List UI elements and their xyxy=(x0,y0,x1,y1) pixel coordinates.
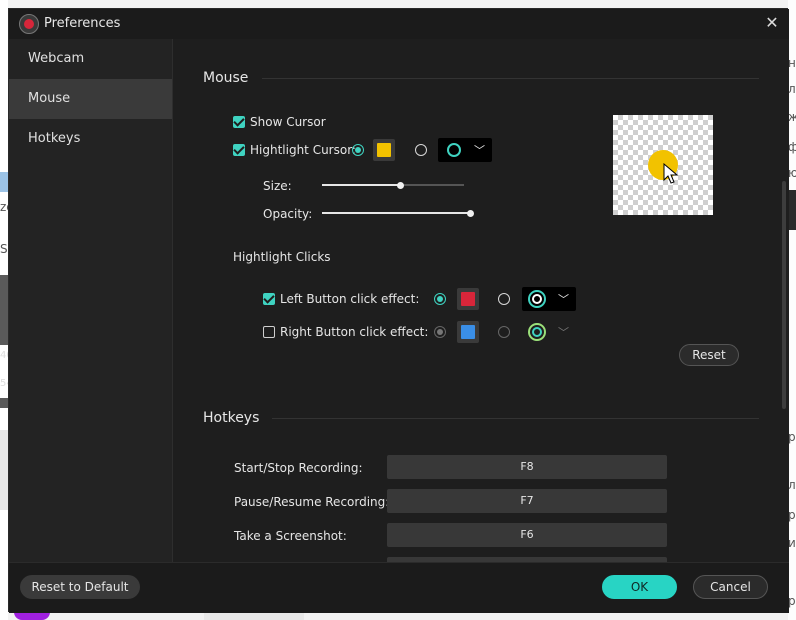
bg-snippet: ля xyxy=(788,82,796,96)
highlight-fill-radio[interactable] xyxy=(352,144,364,156)
bg-snippet: ж xyxy=(788,110,796,124)
record-app-icon xyxy=(19,14,39,34)
bg-snippet: но xyxy=(788,56,796,70)
mouse-section-title: Mouse xyxy=(203,70,249,86)
hotkey-label-start-stop: Start/Stop Recording: xyxy=(234,461,363,475)
hotkey-label-screenshot: Take a Screenshot: xyxy=(234,529,347,543)
right-click-label: Right Button click effect: xyxy=(280,325,429,339)
window-title: Preferences xyxy=(44,16,121,31)
bg-snippet: и xyxy=(788,536,796,550)
ok-button[interactable]: OK xyxy=(602,575,677,599)
section-divider xyxy=(262,78,759,79)
bg-snippet: р xyxy=(788,430,796,444)
hotkey-field-start-stop[interactable]: F8 xyxy=(387,455,667,479)
right-click-effect-dropdown[interactable]: ﹀ xyxy=(522,320,576,344)
hotkeys-section-title: Hotkeys xyxy=(203,410,260,426)
highlight-ring-dropdown[interactable]: ﹀ xyxy=(438,138,492,162)
ring-effect-icon xyxy=(447,143,461,157)
show-cursor-checkbox[interactable] xyxy=(233,116,245,128)
highlight-cursor-checkbox[interactable] xyxy=(233,144,245,156)
hotkey-label-pause-resume: Pause/Resume Recording: xyxy=(234,495,390,509)
left-click-ring-radio[interactable] xyxy=(498,293,510,305)
reset-to-default-button[interactable]: Reset to Default xyxy=(20,575,140,599)
mouse-reset-button[interactable]: Reset xyxy=(679,344,739,366)
opacity-slider-thumb[interactable] xyxy=(467,210,474,217)
chevron-down-icon: ﹀ xyxy=(558,293,569,306)
left-click-checkbox[interactable] xyxy=(263,293,275,305)
size-slider-fill xyxy=(322,184,400,186)
bg-snippet: S xyxy=(0,242,8,256)
right-click-ring-radio[interactable] xyxy=(498,326,510,338)
cursor-arrow-icon xyxy=(663,163,679,184)
bg-snippet: р xyxy=(788,508,796,522)
ripple-effect-icon xyxy=(528,323,546,341)
highlight-color-picker[interactable] xyxy=(373,139,395,161)
opacity-slider-fill xyxy=(322,212,470,214)
cancel-button[interactable]: Cancel xyxy=(693,575,768,599)
size-label: Size: xyxy=(263,179,292,193)
highlight-ring-radio[interactable] xyxy=(415,144,427,156)
left-click-color-picker[interactable] xyxy=(457,288,479,310)
hotkey-field-pause-resume[interactable]: F7 xyxy=(387,489,667,513)
bg-snippet: ф xyxy=(788,140,796,154)
bg-snippet: ля xyxy=(788,478,796,492)
hotkey-field-screenshot[interactable]: F6 xyxy=(387,523,667,547)
chevron-down-icon: ﹀ xyxy=(558,326,569,339)
content-scrollbar[interactable] xyxy=(782,181,786,409)
highlight-cursor-label: Hightlight Cursor: xyxy=(250,143,356,157)
chevron-down-icon: ﹀ xyxy=(474,144,485,157)
ripple-effect-icon xyxy=(528,290,546,308)
size-slider-thumb[interactable] xyxy=(397,182,404,189)
highlight-clicks-title: Hightlight Clicks xyxy=(233,250,331,264)
opacity-label: Opacity: xyxy=(263,207,313,221)
sidebar-item-mouse[interactable]: Mouse xyxy=(9,79,172,119)
title-bar: Preferences ✕ xyxy=(9,9,789,39)
left-click-effect-dropdown[interactable]: ﹀ xyxy=(522,287,576,311)
bg-snippet: ю xyxy=(788,166,796,180)
section-divider xyxy=(272,418,759,419)
preferences-dialog: Preferences ✕ Webcam Mouse Hotkeys Mouse… xyxy=(8,8,789,613)
close-icon[interactable]: ✕ xyxy=(763,14,781,32)
right-click-color-picker[interactable] xyxy=(457,321,479,343)
left-click-fill-radio[interactable] xyxy=(434,293,446,305)
bg-snippet: р xyxy=(788,594,796,608)
show-cursor-label: Show Cursor xyxy=(250,115,326,129)
cursor-preview xyxy=(613,115,713,215)
left-click-label: Left Button click effect: xyxy=(280,292,420,306)
sidebar-item-webcam[interactable]: Webcam xyxy=(9,39,172,79)
right-click-fill-radio[interactable] xyxy=(434,326,446,338)
dialog-footer: Reset to Default OK Cancel xyxy=(9,562,789,613)
right-click-checkbox[interactable] xyxy=(263,326,275,338)
sidebar-item-hotkeys[interactable]: Hotkeys xyxy=(9,119,172,159)
settings-content: Mouse Show Cursor Hightlight Cursor: ﹀ S… xyxy=(174,39,789,562)
sidebar: Webcam Mouse Hotkeys xyxy=(9,39,173,562)
